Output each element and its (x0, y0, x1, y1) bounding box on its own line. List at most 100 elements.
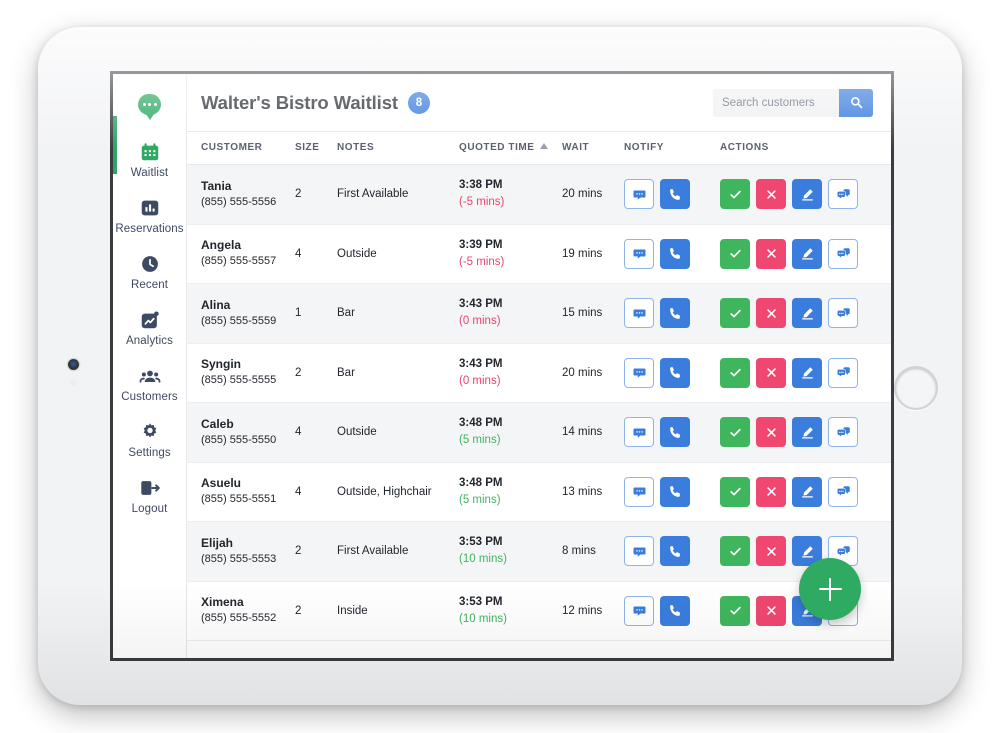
check-icon (729, 250, 741, 258)
remove-button[interactable] (756, 595, 786, 626)
home-button[interactable] (894, 366, 938, 410)
cell-notify (624, 402, 720, 463)
table-row[interactable]: Tania (855) 555-5556 2 First Available 3:38… (187, 164, 891, 225)
call-button[interactable] (660, 357, 690, 388)
table-header-row: CUSTOMER SIZE NOTES QUOTED TIME WAIT NOTIFY AC… (187, 132, 891, 165)
column-header-label: SIZE (295, 142, 320, 153)
search-input[interactable] (713, 88, 839, 117)
close-icon (766, 487, 776, 496)
table-row[interactable]: Ximena (855) 555-5552 2 Inside 3:53 PM (10 … (187, 581, 891, 641)
close-icon (766, 428, 776, 437)
chat-bubble-icon (633, 368, 645, 378)
call-button[interactable] (660, 298, 690, 329)
conversation-icon (836, 427, 850, 438)
sms-button[interactable] (624, 238, 654, 269)
remove-button[interactable] (756, 298, 786, 329)
sms-button[interactable] (624, 357, 654, 388)
seat-button[interactable] (720, 536, 750, 567)
check-icon (729, 547, 741, 556)
search-button[interactable] (839, 88, 873, 117)
sms-button[interactable] (624, 417, 654, 448)
remove-button[interactable] (756, 417, 786, 448)
action-button-group (720, 298, 891, 329)
sidebar-item-settings[interactable]: Settings (113, 412, 186, 468)
call-button[interactable] (660, 179, 690, 210)
sidebar-item-logout[interactable]: Logout (113, 468, 186, 524)
edit-button[interactable] (792, 238, 822, 269)
cell-size: 4 (295, 462, 337, 522)
remove-button[interactable] (756, 238, 786, 269)
remove-button[interactable] (756, 357, 786, 388)
cell-quoted-time: 3:39 PM (-5 mins) (459, 224, 562, 284)
seat-button[interactable] (720, 298, 750, 329)
sidebar-item-recent[interactable]: Recent (113, 244, 186, 300)
column-header-quoted_time[interactable]: QUOTED TIME (459, 132, 562, 165)
customer-phone: (855) 555-5559 (201, 314, 277, 327)
sidebar-item-customers[interactable]: Customers (113, 356, 186, 412)
sidebar-item-analytics[interactable]: Analytics (113, 300, 186, 356)
seat-button[interactable] (720, 238, 750, 269)
messages-button[interactable] (828, 417, 858, 448)
check-icon (729, 190, 741, 199)
table-row[interactable]: Caleb (855) 555-5550 4 Outside 3:48 PM (5 m… (187, 402, 891, 463)
table-row[interactable]: Angela (855) 555-5557 4 Outside 3:39 PM (-5… (187, 224, 891, 284)
messages-button[interactable] (828, 179, 858, 210)
phone-icon (669, 605, 680, 617)
seat-button[interactable] (720, 417, 750, 448)
sms-button[interactable] (624, 298, 654, 329)
column-header-size: SIZE (295, 132, 337, 165)
page-title-group: Walter's Bistro Waitlist 8 (201, 91, 430, 114)
messages-button[interactable] (828, 238, 858, 269)
add-party-button[interactable] (799, 558, 861, 620)
remove-button[interactable] (756, 536, 786, 567)
column-header-label: NOTES (337, 142, 375, 153)
edit-button[interactable] (792, 476, 822, 507)
sidebar-item-waitlist[interactable]: Waitlist (113, 132, 186, 188)
quoted-time-value: 3:53 PM (459, 536, 503, 548)
sms-button[interactable] (624, 536, 654, 567)
cell-wait: 13 mins (562, 462, 624, 522)
remove-button[interactable] (756, 476, 786, 507)
edit-button[interactable] (792, 179, 822, 210)
sms-button[interactable] (624, 179, 654, 210)
table-row[interactable]: Syngin (855) 555-5555 2 Bar 3:43 PM (0 mins… (187, 343, 891, 403)
pencil-icon (801, 189, 813, 201)
seat-button[interactable] (720, 476, 750, 507)
call-button[interactable] (660, 536, 690, 567)
call-button[interactable] (660, 595, 690, 626)
seat-button[interactable] (720, 595, 750, 626)
cell-wait: 20 mins (562, 164, 624, 225)
customer-name: Tania (201, 178, 232, 193)
edit-button[interactable] (792, 417, 822, 448)
cell-size: 2 (295, 521, 337, 582)
table-row[interactable]: Asuelu (855) 555-5551 4 Outside, Highchair… (187, 462, 891, 522)
cell-notes: First Available (337, 521, 459, 582)
sms-button[interactable] (624, 595, 654, 626)
quoted-time-delta: (5 mins) (459, 493, 501, 506)
quoted-time-value: 3:48 PM (459, 417, 503, 429)
call-button[interactable] (660, 476, 690, 507)
call-button[interactable] (660, 238, 690, 269)
phone-icon (669, 188, 680, 200)
sidebar-item-reservations[interactable]: Reservations (113, 188, 186, 244)
notify-button-group (624, 595, 720, 626)
seat-button[interactable] (720, 179, 750, 210)
seat-button[interactable] (720, 357, 750, 388)
sms-button[interactable] (624, 476, 654, 507)
table-row[interactable]: Elijah (855) 555-5553 2 First Available 3:5… (187, 521, 891, 582)
call-button[interactable] (660, 417, 690, 448)
cell-size: 2 (295, 164, 337, 225)
cell-customer: Asuelu (855) 555-5551 (187, 462, 295, 522)
remove-button[interactable] (756, 179, 786, 210)
messages-button[interactable] (828, 476, 858, 507)
edit-button[interactable] (792, 298, 822, 329)
tablet-device-frame: Waitlist Reservations Recent Analytics C… (38, 27, 962, 705)
quoted-time-value: 3:43 PM (459, 357, 503, 370)
customer-name: Alina (201, 297, 231, 312)
action-button-group (720, 179, 891, 210)
messages-button[interactable] (828, 298, 858, 329)
messages-button[interactable] (828, 357, 858, 388)
edit-button[interactable] (792, 357, 822, 388)
calendar-icon (141, 143, 158, 161)
table-row[interactable]: Alina (855) 555-5559 1 Bar 3:43 PM (0 mins)… (187, 283, 891, 344)
